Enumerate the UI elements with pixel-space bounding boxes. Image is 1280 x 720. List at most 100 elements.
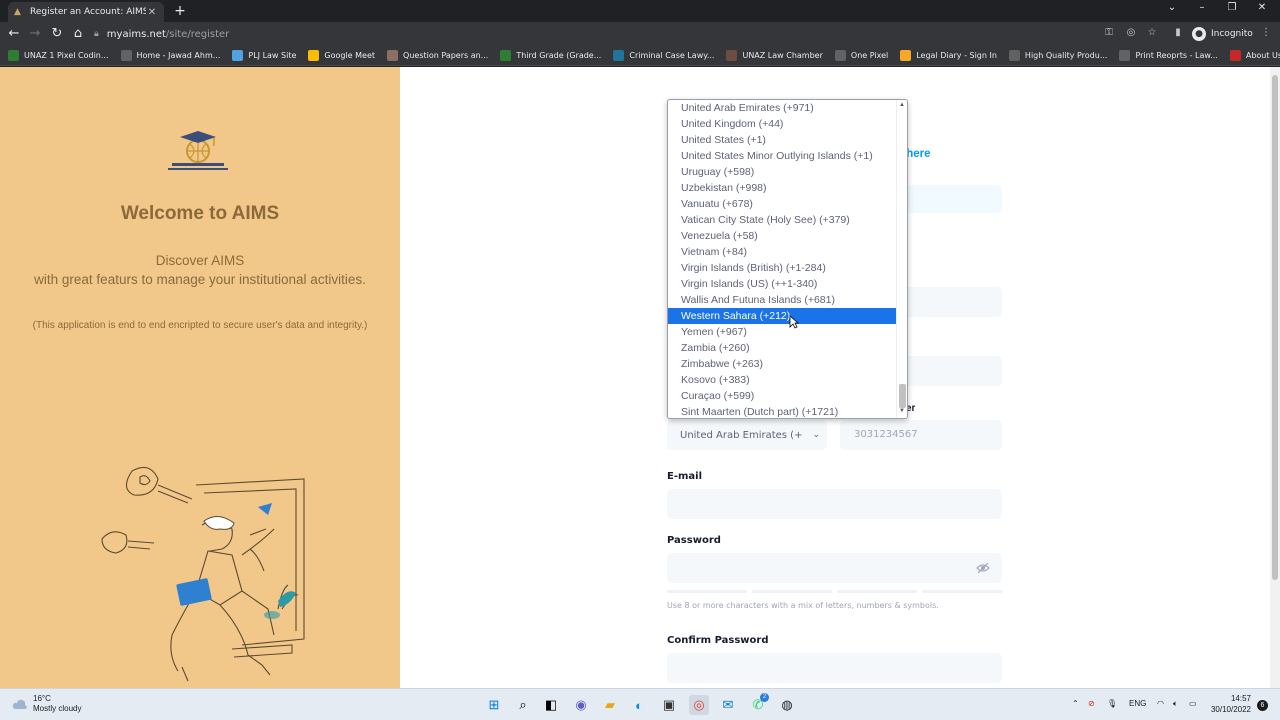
- bookmark-item[interactable]: One Pixel: [834, 50, 888, 61]
- volume-icon[interactable]: 🔈︎: [1173, 699, 1178, 709]
- menu-icon[interactable]: ⋮: [1259, 27, 1273, 38]
- bookmark-item[interactable]: Criminal Case Lawy...: [613, 50, 714, 61]
- phone-number-input[interactable]: 3031234567: [840, 420, 1002, 450]
- country-code-option[interactable]: Zimbabwe (+263): [668, 356, 897, 372]
- last-name-input-fragment[interactable]: [900, 356, 1002, 386]
- bookmark-item[interactable]: UNAZ Law Chamber: [726, 50, 823, 61]
- scroll-down-icon[interactable]: ▼: [899, 408, 905, 414]
- social-button-fragment[interactable]: [900, 185, 1002, 213]
- minimize-icon[interactable]: –: [1190, 2, 1214, 13]
- country-code-option[interactable]: Vatican City State (Holy See) (+379): [668, 212, 897, 228]
- home-icon[interactable]: ⌂: [70, 26, 86, 42]
- page-scroll-thumb[interactable]: [1272, 75, 1278, 580]
- country-code-option[interactable]: Zambia (+260): [668, 340, 897, 356]
- tab-close-icon[interactable]: ✕: [146, 7, 158, 18]
- eye-slash-icon[interactable]: [976, 562, 990, 574]
- bookmark-item[interactable]: Google Meet: [308, 50, 375, 61]
- country-code-option[interactable]: Sint Maarten (Dutch part) (+1721): [668, 404, 897, 418]
- store-icon[interactable]: ▣: [659, 695, 679, 715]
- bookmark-favicon-icon: [613, 50, 625, 61]
- clock[interactable]: 14:57 30/10/2022: [1207, 693, 1251, 715]
- bookmark-favicon-icon: [1008, 50, 1020, 61]
- tray-chevron-icon[interactable]: ⌃: [1072, 699, 1079, 708]
- teams-chat-icon[interactable]: ◉: [571, 695, 591, 715]
- country-code-option[interactable]: Curaçao (+599): [668, 388, 897, 404]
- country-code-option[interactable]: Uzbekistan (+998): [668, 180, 897, 196]
- first-name-input-fragment[interactable]: [900, 287, 1002, 317]
- new-tab-button[interactable]: +: [172, 3, 188, 19]
- incognito-indicator[interactable]: ● Incognito: [1192, 25, 1253, 43]
- bookmark-item[interactable]: Question Papers an...: [387, 50, 488, 61]
- country-code-option[interactable]: Western Sahara (+212): [668, 308, 897, 324]
- date: 30/10/2022: [1210, 705, 1251, 714]
- weather-widget[interactable]: 16°C Mostly cloudy: [12, 694, 81, 714]
- bookmark-item[interactable]: Legal Diary - Sign In: [900, 50, 997, 61]
- notification-count[interactable]: 6: [1257, 700, 1268, 711]
- country-code-option[interactable]: Vanuatu (+678): [668, 196, 897, 212]
- bookmark-label: UNAZ Law Chamber: [742, 51, 823, 60]
- bookmark-item[interactable]: Print Reoprts - Law...: [1119, 50, 1218, 61]
- phone-placeholder: 3031234567: [854, 429, 918, 440]
- chrome-incognito-icon[interactable]: ◍: [777, 695, 797, 715]
- country-code-option[interactable]: Virgin Islands (US) (++1-340): [668, 276, 897, 292]
- email-label: E-mail: [667, 471, 703, 482]
- scroll-up-icon[interactable]: ▲: [899, 102, 905, 108]
- country-code-option[interactable]: United States (+1): [668, 132, 897, 148]
- country-code-value: United Arab Emirates (+: [680, 429, 803, 441]
- edge-icon[interactable]: ◐: [629, 695, 649, 715]
- incognito-label: Incognito: [1211, 29, 1253, 39]
- bookmark-item[interactable]: UNAZ 1 Pixel Codin...: [8, 50, 109, 61]
- language-indicator[interactable]: ENG: [1129, 699, 1146, 708]
- country-code-option[interactable]: Venezuela (+58): [668, 228, 897, 244]
- close-window-icon[interactable]: ✕: [1250, 2, 1274, 13]
- country-code-dropdown[interactable]: Sint Maarten (Dutch part) (+1721) Curaçao…: [667, 99, 908, 419]
- microphone-icon[interactable]: 🎙︎: [1107, 699, 1117, 708]
- dropdown-scroll-thumb[interactable]: [899, 384, 906, 408]
- email-input[interactable]: [667, 489, 1002, 519]
- bookmark-item[interactable]: About Us: [1229, 50, 1280, 61]
- eye-off-icon[interactable]: ◎: [1124, 27, 1138, 38]
- taskbar: 16°C Mostly cloudy ⊞ ⌕ ◧ ◉ ▰ ◐ ▣ ◎ ✉ ✆ 2…: [0, 688, 1280, 720]
- country-code-option[interactable]: United Arab Emirates (+971): [668, 100, 897, 116]
- country-code-option[interactable]: Yemen (+967): [668, 324, 897, 340]
- address-bar[interactable]: 🔒︎ myaims.net /site/register: [94, 25, 1094, 43]
- bookmark-label: Legal Diary - Sign In: [916, 51, 997, 60]
- search-icon[interactable]: ⌕: [513, 695, 533, 715]
- confirm-password-input[interactable]: [667, 653, 1002, 683]
- chrome-icon[interactable]: ◎: [689, 695, 709, 715]
- bookmark-item[interactable]: High Quality Produ...: [1008, 50, 1107, 61]
- bookmark-item[interactable]: Third Grade (Grade...: [500, 50, 601, 61]
- password-input[interactable]: [667, 553, 1002, 583]
- reload-icon[interactable]: ↻: [49, 26, 65, 42]
- page-scrollbar[interactable]: [1270, 67, 1280, 688]
- country-code-option[interactable]: United Kingdom (+44): [668, 116, 897, 132]
- key-icon[interactable]: ⚿: [1102, 27, 1116, 38]
- tab-register[interactable]: ▲ Register an Account: AIMS Mode ✕: [8, 2, 164, 22]
- forward-icon[interactable]: →: [27, 26, 43, 42]
- antivirus-icon[interactable]: ⊘: [1088, 699, 1095, 708]
- mail-icon[interactable]: ✉: [718, 695, 738, 715]
- back-icon[interactable]: ←: [6, 26, 22, 42]
- country-code-option[interactable]: Vietnam (+84): [668, 244, 897, 260]
- country-code-option[interactable]: Uruguay (+598): [668, 164, 897, 180]
- bookmark-item[interactable]: Home - Jawad Ahm...: [120, 50, 220, 61]
- restore-icon[interactable]: ❐: [1220, 2, 1244, 13]
- task-view-icon[interactable]: ◧: [541, 695, 561, 715]
- country-code-option[interactable]: United States Minor Outlying Islands (+1…: [668, 148, 897, 164]
- country-code-option[interactable]: Virgin Islands (British) (+1-284): [668, 260, 897, 276]
- incognito-icon: ●: [1192, 27, 1206, 41]
- strength-meter-2: [752, 590, 832, 593]
- windows-start-icon[interactable]: ⊞: [484, 695, 504, 715]
- country-code-select[interactable]: United Arab Emirates (+ ⌄: [667, 420, 827, 450]
- star-icon[interactable]: ☆: [1145, 27, 1159, 38]
- dropdown-scrollbar[interactable]: ▲ ▼: [896, 100, 907, 418]
- wifi-icon[interactable]: ◠: [1157, 699, 1164, 708]
- bookmark-item[interactable]: PLJ Law Site: [232, 50, 296, 61]
- file-explorer-icon[interactable]: ▰: [600, 695, 620, 715]
- sidebar-icon[interactable]: ▮: [1171, 27, 1185, 38]
- tab-search-icon[interactable]: ⌄: [1160, 2, 1184, 13]
- welcome-panel: Welcome to AIMS Discover AIMS with great…: [0, 67, 400, 688]
- country-code-option[interactable]: Wallis And Futuna Islands (+681): [668, 292, 897, 308]
- country-code-option[interactable]: Kosovo (+383): [668, 372, 897, 388]
- battery-icon[interactable]: ▭: [1189, 699, 1197, 708]
